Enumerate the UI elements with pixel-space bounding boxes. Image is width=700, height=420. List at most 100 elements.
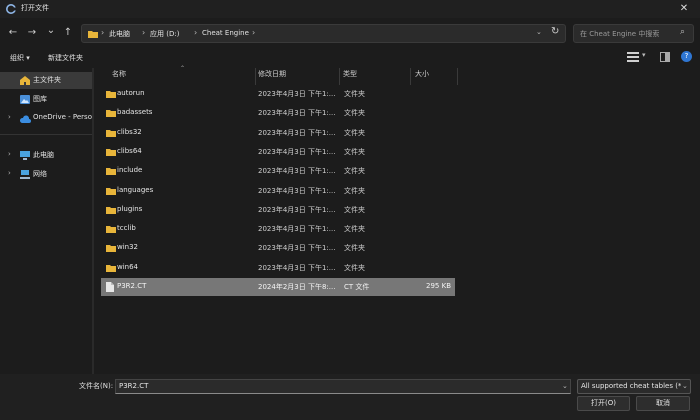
table-row[interactable]: plugins 2023年4月3日 下午1:... 文件夹 xyxy=(101,201,455,219)
search-box[interactable]: 在 Cheat Engine 中搜索 ⌕ xyxy=(573,24,694,43)
file-modified: 2023年4月3日 下午1:... xyxy=(258,244,335,253)
refresh-button[interactable]: ↻ xyxy=(551,26,559,37)
command-bar: 组织 ▾ 新建文件夹 ▾ ? xyxy=(0,48,700,68)
table-row[interactable]: tcclib 2023年4月3日 下午1:... 文件夹 xyxy=(101,220,455,238)
sidebar-item-label: 此电脑 xyxy=(33,151,54,159)
folder-icon xyxy=(106,168,116,176)
file-modified: 2023年4月3日 下午1:... xyxy=(258,147,335,156)
navigation-pane: 主文件夹 图库 › OneDrive - Personal › 此电脑 › 网络 xyxy=(0,68,94,374)
breadcrumb-separator: › xyxy=(252,28,256,37)
file-type: 文件夹 xyxy=(344,263,365,272)
column-divider[interactable] xyxy=(255,68,256,85)
file-type: 文件夹 xyxy=(344,128,365,137)
home-icon xyxy=(20,76,30,85)
file-type-value: All supported cheat tables (* xyxy=(581,382,681,390)
sidebar-item-this-pc[interactable]: › 此电脑 xyxy=(0,147,94,164)
cloud-icon xyxy=(19,115,31,123)
network-icon xyxy=(20,170,30,179)
breadcrumb-separator: › xyxy=(101,28,105,37)
breadcrumb-cheat-engine[interactable]: Cheat Engine xyxy=(202,29,249,37)
address-dropdown-icon[interactable]: ⌄ xyxy=(536,28,542,36)
chevron-down-icon[interactable]: ⌄ xyxy=(682,382,688,390)
file-type: CT 文件 xyxy=(344,283,370,291)
close-button[interactable]: ✕ xyxy=(676,2,692,16)
sidebar-item-label: 网络 xyxy=(33,170,47,178)
sidebar-item-gallery[interactable]: 图库 xyxy=(0,91,94,108)
file-modified: 2023年4月3日 下午1:... xyxy=(258,186,335,195)
file-name: win64 xyxy=(117,262,139,271)
table-row[interactable]: clibs32 2023年4月3日 下午1:... 文件夹 xyxy=(101,124,455,142)
forward-button[interactable]: → xyxy=(25,26,39,40)
folder-icon xyxy=(106,148,116,156)
table-row[interactable]: badassets 2023年4月3日 下午1:... 文件夹 xyxy=(101,104,455,122)
column-divider[interactable] xyxy=(410,68,411,85)
expand-chevron-icon[interactable]: › xyxy=(8,150,11,158)
column-divider[interactable] xyxy=(457,68,458,85)
new-folder-button[interactable]: 新建文件夹 xyxy=(48,53,83,63)
breadcrumb-separator: › xyxy=(194,28,198,37)
window-title: 打开文件 xyxy=(21,4,49,12)
column-divider[interactable] xyxy=(339,68,340,85)
column-header-name[interactable]: 名称 xyxy=(112,69,126,79)
filename-label: 文件名(N): xyxy=(79,382,114,390)
file-name: badassets xyxy=(117,108,153,117)
dialog-footer: 文件名(N): P3R2.CT ⌄ All supported cheat ta… xyxy=(0,374,700,420)
file-modified: 2023年4月3日 下午1:... xyxy=(258,263,335,272)
table-row[interactable]: win32 2023年4月3日 下午1:... 文件夹 xyxy=(101,239,455,257)
file-modified: 2023年4月3日 下午1:... xyxy=(258,167,335,176)
file-type: 文件夹 xyxy=(344,205,365,214)
table-row[interactable]: include 2023年4月3日 下午1:... 文件夹 xyxy=(101,162,455,180)
organize-menu[interactable]: 组织 ▾ xyxy=(10,53,30,63)
file-name: win32 xyxy=(117,243,139,252)
file-type: 文件夹 xyxy=(344,167,365,176)
table-row[interactable]: clibs64 2023年4月3日 下午1:... 文件夹 xyxy=(101,143,455,161)
address-bar[interactable]: › 此电脑 › 应用 (D:) › Cheat Engine › ⌄ xyxy=(81,24,566,43)
up-button[interactable]: ↑ xyxy=(61,26,75,40)
sidebar-item-label: OneDrive - Personal xyxy=(33,113,93,121)
preview-pane-icon[interactable] xyxy=(660,52,670,62)
sidebar-item-label: 主文件夹 xyxy=(33,76,61,84)
help-button[interactable]: ? xyxy=(681,51,692,62)
expand-chevron-icon[interactable]: › xyxy=(8,113,11,121)
sidebar-item-home[interactable]: 主文件夹 xyxy=(0,72,94,89)
breadcrumb-this-pc[interactable]: 此电脑 xyxy=(109,29,130,39)
back-button[interactable]: ← xyxy=(6,26,20,40)
file-type-filter[interactable]: All supported cheat tables (* ⌄ xyxy=(577,379,691,394)
view-details-icon[interactable] xyxy=(627,52,639,62)
filename-dropdown-icon[interactable]: ⌄ xyxy=(562,382,568,390)
table-row[interactable]: autorun 2023年4月3日 下午1:... 文件夹 xyxy=(101,85,455,103)
open-button[interactable]: 打开(O) xyxy=(577,396,630,411)
folder-icon xyxy=(106,91,116,98)
expand-chevron-icon[interactable]: › xyxy=(8,169,11,177)
table-row[interactable]: languages 2023年4月3日 下午1:... 文件夹 xyxy=(101,182,455,200)
folder-icon xyxy=(106,187,116,195)
title-bar: 打开文件 ✕ xyxy=(0,0,700,18)
folder-icon xyxy=(88,31,98,38)
filename-input[interactable]: P3R2.CT ⌄ xyxy=(115,379,571,394)
sidebar-item-onedrive[interactable]: › OneDrive - Personal xyxy=(0,110,94,127)
file-modified: 2023年4月3日 下午1:... xyxy=(258,128,335,137)
file-type: 文件夹 xyxy=(344,244,365,253)
file-type: 文件夹 xyxy=(344,147,365,156)
file-name: autorun xyxy=(117,89,145,97)
sidebar-scrollbar[interactable] xyxy=(92,68,94,374)
column-header-size[interactable]: 大小 xyxy=(415,69,429,79)
column-header-modified[interactable]: 修改日期 xyxy=(258,69,286,79)
table-row[interactable]: win64 2023年4月3日 下午1:... 文件夹 xyxy=(101,259,455,277)
file-name: plugins xyxy=(117,204,143,213)
sidebar-divider xyxy=(0,134,94,135)
folder-icon xyxy=(106,226,116,234)
recent-locations-button[interactable]: ⌄ xyxy=(44,24,58,38)
table-row[interactable]: P3R2.CT 2024年2月3日 下午8:... CT 文件 295 KB xyxy=(101,278,455,296)
folder-icon xyxy=(106,110,116,118)
breadcrumb-separator: › xyxy=(142,28,146,37)
sidebar-item-network[interactable]: › 网络 xyxy=(0,166,94,183)
file-name: include xyxy=(117,166,143,175)
breadcrumb-drive-d[interactable]: 应用 (D:) xyxy=(150,29,179,39)
filename-value[interactable]: P3R2.CT xyxy=(119,382,148,390)
cancel-button[interactable]: 取消 xyxy=(636,396,690,411)
view-options-dropdown[interactable]: ▾ xyxy=(642,51,646,59)
search-input[interactable]: 在 Cheat Engine 中搜索 xyxy=(580,29,659,39)
column-header-type[interactable]: 类型 xyxy=(343,69,357,79)
file-name: clibs32 xyxy=(117,127,142,136)
